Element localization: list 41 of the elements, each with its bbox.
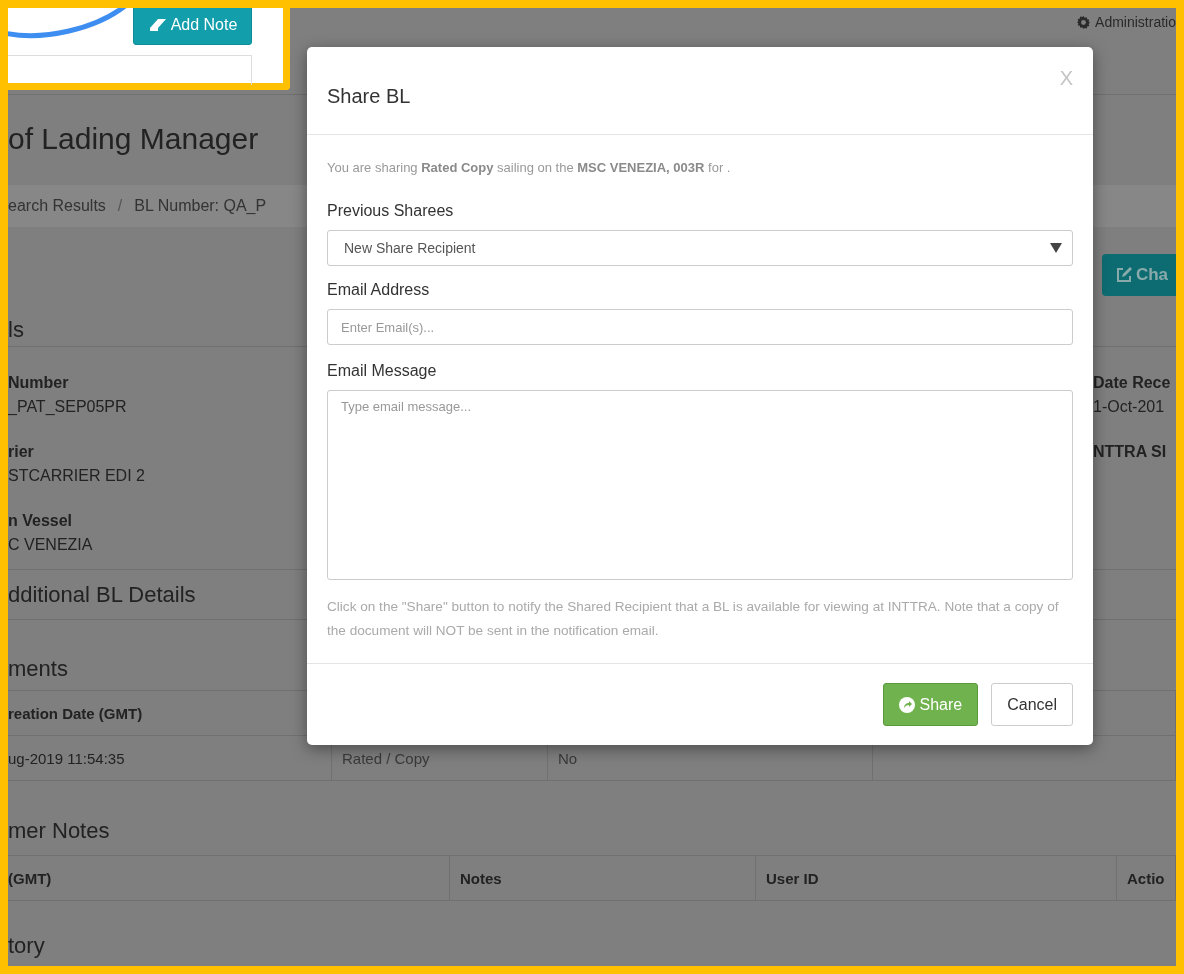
column-header: Actio [1117, 856, 1176, 901]
field-label: rier [8, 442, 34, 462]
section-heading[interactable]: dditional BL Details [8, 579, 196, 610]
field-value: 1-Oct-201 [1093, 397, 1165, 417]
section-heading: tory [8, 932, 46, 960]
add-note-button[interactable]: Add Note [133, 8, 252, 45]
field-label: NTTRA SI [1093, 442, 1167, 462]
dialog-title: Share BL [327, 84, 411, 109]
field-label: n Vessel [8, 511, 73, 531]
sharees-dropdown[interactable]: New Share Recipient [327, 230, 1073, 266]
field-value: _PAT_SEP05PR [8, 397, 127, 417]
field-value: C VENEZIA [8, 535, 93, 555]
administration-link[interactable]: Administratio [1077, 14, 1176, 30]
share-info-text: You are sharing Rated Copy sailing on the MSC VENEZIA, 003R for . [327, 159, 732, 177]
gear-icon [1077, 15, 1091, 29]
field-label: Email Message [327, 361, 437, 381]
email-input[interactable]: Enter Email(s)... [327, 309, 1073, 345]
edit-icon [1115, 267, 1132, 283]
field-label: Number [8, 373, 69, 393]
column-header: (GMT) [8, 856, 450, 901]
eraser-icon [147, 18, 168, 32]
page-title: of Lading Manager [8, 121, 260, 157]
breadcrumb-item: BL Number: QA_P [134, 197, 267, 215]
help-text: Click on the "Share" button to notify the Shared Recipient that a BL is available for viewing at INTTRA. Note that a copy of the document will NOT be sent in the notification email. [327, 598, 1060, 640]
share-button[interactable]: Share [883, 683, 979, 726]
field-label: Previous Sharees [327, 201, 454, 221]
column-header: Notes [450, 856, 756, 901]
share-icon [899, 696, 916, 713]
breadcrumb-link[interactable]: earch Results [8, 197, 106, 215]
section-heading: ments [8, 655, 69, 683]
message-textarea[interactable]: Type email message... [327, 390, 1073, 580]
field-label: Email Address [327, 280, 430, 300]
caret-icon [1050, 243, 1062, 253]
section-heading: mer Notes [8, 817, 111, 845]
change-button[interactable]: Cha [1101, 254, 1176, 296]
cancel-button[interactable]: Cancel [991, 683, 1073, 726]
column-header: User ID [756, 856, 1117, 901]
field-value: STCARRIER EDI 2 [8, 466, 145, 486]
note-field[interactable] [8, 55, 252, 85]
field-label: Date Rece [1093, 373, 1171, 393]
breadcrumb-separator: / [117, 197, 123, 215]
